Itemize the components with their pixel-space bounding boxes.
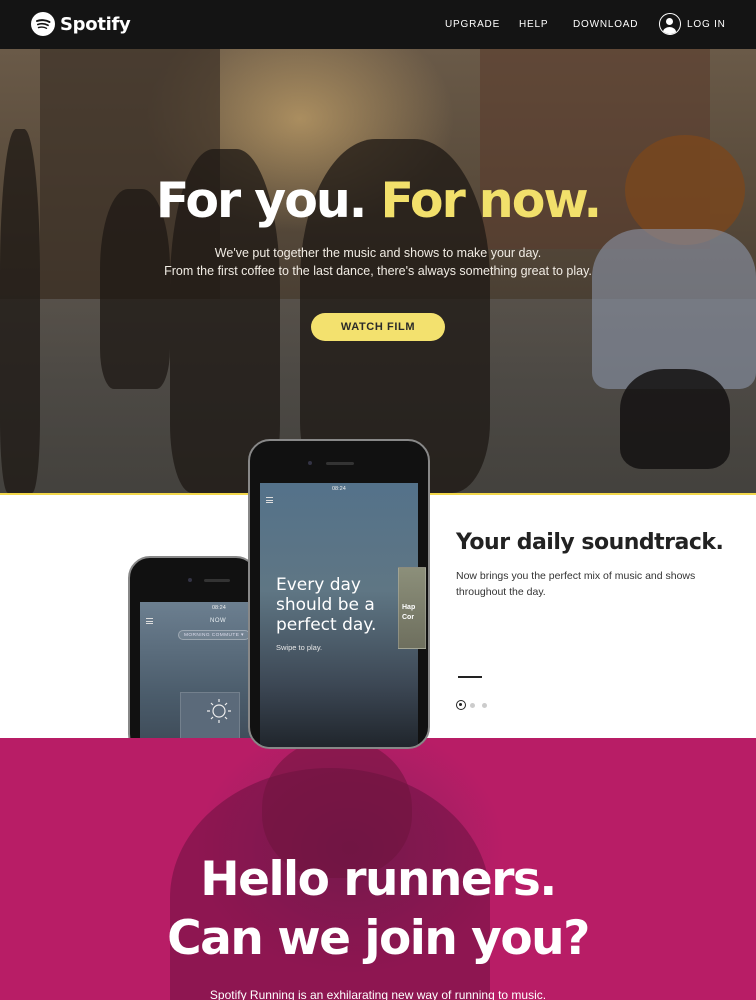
- phone-speaker: [204, 579, 230, 582]
- spotify-logo[interactable]: Spotify: [31, 12, 131, 36]
- context-chip[interactable]: MORNING COMMUTE ▾: [178, 630, 250, 640]
- next-card[interactable]: Hap Cor: [398, 567, 426, 649]
- nav-help-link[interactable]: HELP: [519, 19, 548, 30]
- status-time: 08:24: [332, 486, 346, 492]
- next-card-line2: Cor: [402, 614, 415, 621]
- status-time: 08:24: [212, 605, 226, 611]
- playlist-tile[interactable]: [180, 692, 240, 742]
- phone-speaker: [326, 462, 354, 465]
- context-chip-label: MORNING COMMUTE: [184, 632, 240, 638]
- menu-icon[interactable]: [266, 497, 273, 503]
- hero-title: For you. For now.: [0, 172, 756, 229]
- running-title-line1: Hello runners.: [200, 852, 557, 907]
- phone-camera: [188, 578, 192, 582]
- brand-name: Spotify: [60, 13, 131, 35]
- phone-screen: 08:24 NOW MORNING COMMUTE ▾: [140, 602, 252, 754]
- sun-icon: [207, 699, 231, 723]
- hero-subtitle-line1: We've put together the music and shows t…: [214, 246, 542, 260]
- login-label: LOG IN: [687, 18, 726, 30]
- running-title-line2: Can we join you?: [167, 911, 590, 966]
- hero-title-white: For you.: [155, 172, 367, 229]
- nav-download-link[interactable]: DOWNLOAD: [573, 19, 638, 30]
- person-silhouette: [620, 369, 730, 469]
- carousel-dot[interactable]: [482, 703, 487, 708]
- now-label: NOW: [210, 618, 227, 624]
- next-card-line1: Hap: [402, 604, 416, 611]
- running-subtitle: Spotify Running is an exhilarating new w…: [209, 988, 547, 1000]
- user-icon: [659, 13, 681, 35]
- swipe-hint: Swipe to play.: [276, 643, 323, 652]
- phone-mockup-large: 08:24 Every day should be a perfect day.…: [248, 439, 430, 749]
- hero-subtitle-line2: From the first coffee to the last dance,…: [164, 264, 592, 278]
- carousel-dot-active[interactable]: [456, 700, 466, 710]
- feature-title: Your daily soundtrack.: [456, 530, 724, 555]
- spotify-icon: [31, 12, 55, 36]
- carousel-dot[interactable]: [470, 703, 475, 708]
- phone-mockup-small: 08:24 NOW MORNING COMMUTE ▾: [128, 556, 258, 756]
- phone-screen: 08:24 Every day should be a perfect day.…: [260, 483, 426, 747]
- feature-divider: [458, 676, 482, 678]
- watch-film-button[interactable]: WATCH FILM: [311, 313, 445, 341]
- nav-upgrade-link[interactable]: UPGRADE: [445, 19, 500, 30]
- hero-title-yellow: For now.: [380, 172, 602, 229]
- phone-headline: Every day should be a perfect day.: [276, 575, 377, 635]
- feature-body: Now brings you the perfect mix of music …: [456, 570, 696, 598]
- top-nav: Spotify UPGRADE HELP DOWNLOAD LOG IN: [0, 0, 756, 49]
- login-button[interactable]: LOG IN: [659, 13, 726, 35]
- menu-icon[interactable]: [146, 618, 153, 624]
- phone-camera: [308, 461, 312, 465]
